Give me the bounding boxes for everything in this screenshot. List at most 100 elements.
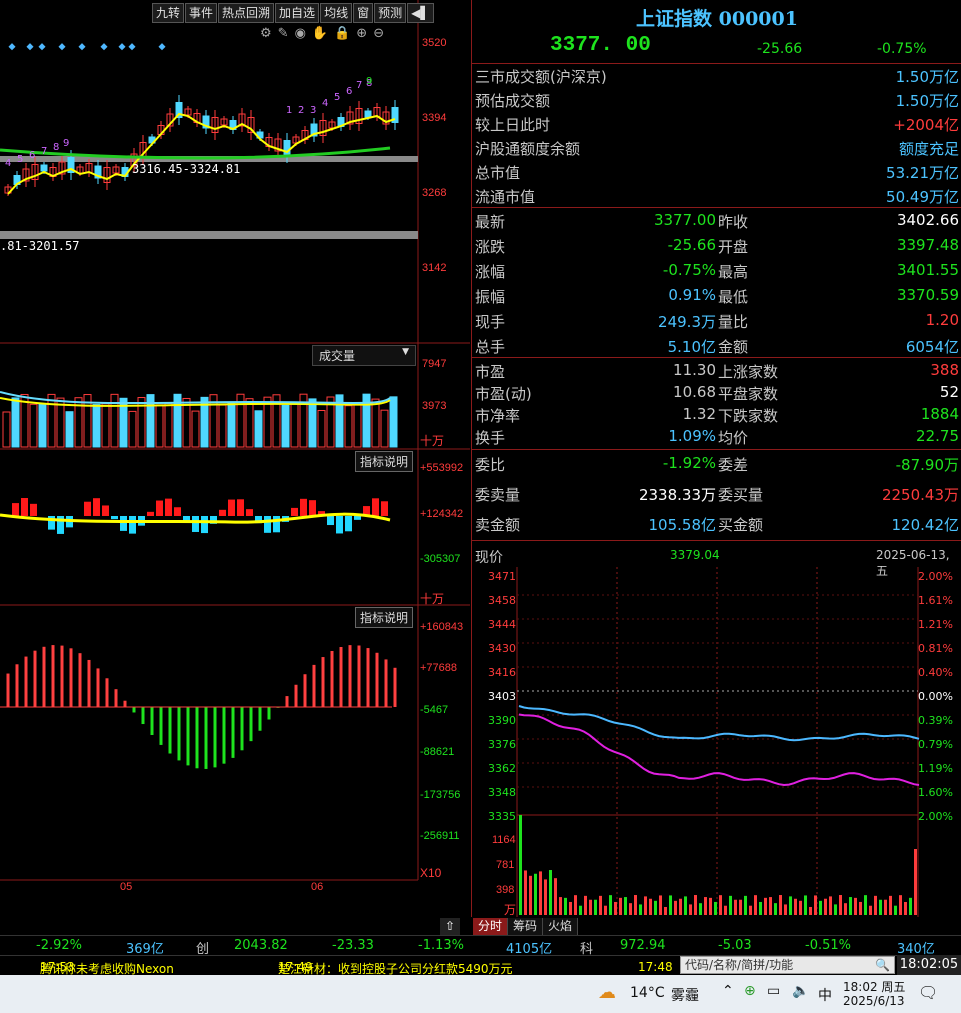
td-number: 2	[298, 105, 305, 116]
scroll-up-icon[interactable]: ⇧	[440, 918, 460, 935]
tab-intraday[interactable]: 分时	[473, 918, 509, 935]
indicator-bar	[291, 507, 298, 516]
weather-temp[interactable]: 14°C	[630, 985, 665, 1001]
summary-label: 预估成交额	[475, 92, 551, 110]
indicator-bar	[84, 501, 91, 516]
stock-search-input[interactable]: 代码/名称/简拼/功能 🔍	[680, 956, 895, 974]
taskbar-date[interactable]: 2025/6/13	[843, 994, 905, 1008]
weather-icon[interactable]: ☁	[598, 982, 616, 1003]
add-watchlist-button[interactable]: 加自选	[275, 3, 320, 23]
stat-label: 最高	[718, 263, 749, 281]
pen-icon[interactable]: ✎	[278, 26, 295, 41]
hand-icon[interactable]: ✋	[312, 26, 334, 41]
intraday-pct-axis-label: 2.00%	[918, 810, 953, 823]
td-number: 9	[63, 138, 70, 149]
stat-label: 委买量	[718, 486, 764, 504]
volume-bar	[704, 897, 707, 915]
volume-bar	[669, 895, 672, 915]
intraday-chart[interactable]	[472, 567, 961, 917]
stat-value: 0.91%	[668, 286, 716, 304]
intraday-price-axis-label: 3390	[488, 714, 516, 727]
weather-desc[interactable]: 雾霾	[671, 985, 699, 1005]
volume-bar	[245, 398, 254, 448]
volume-bar	[789, 896, 792, 915]
stats2-row: 换手 1.09% 均价 22.75	[472, 424, 961, 449]
notification-icon[interactable]: 🗨	[918, 983, 938, 1002]
volume-bar	[554, 878, 557, 915]
lock-icon[interactable]: 🔒	[334, 26, 356, 41]
volume-bar	[380, 409, 389, 448]
chinext-pct: -1.13%	[418, 938, 464, 953]
volume-bar	[290, 402, 299, 448]
tray-overflow-icon[interactable]: ⌃	[722, 983, 734, 999]
summary-label: 沪股通额度余额	[475, 140, 581, 158]
volume-bar	[674, 900, 677, 915]
volume-bar	[659, 895, 662, 915]
volume-bar	[819, 900, 822, 915]
volume-unit: 十万	[420, 434, 445, 448]
intraday-price-axis-label: 3416	[488, 666, 516, 679]
ime-indicator[interactable]: 中	[818, 985, 832, 1005]
candle-body	[40, 164, 48, 172]
settings-icon[interactable]: ⚙	[260, 26, 278, 41]
index-price-line	[518, 705, 920, 742]
summary-value: 53.21万亿	[886, 164, 959, 182]
volume-indicator-select[interactable]: 成交量 ▼	[312, 345, 416, 366]
indicator-bar	[264, 516, 271, 533]
network-icon[interactable]: ▭	[767, 983, 780, 999]
tab-flame[interactable]: 火焰	[543, 918, 579, 935]
window-button[interactable]: 窗	[353, 3, 374, 23]
stat-label: 总手	[475, 338, 506, 356]
kline-chart-area[interactable]: 九转 事件 热点回溯 加自选 均线 窗 预测 ◀▌ ⚙✎◉✋🔒⊕⊖ 3520 3…	[0, 0, 470, 917]
stat-value: 10.68	[673, 383, 716, 401]
collapse-panel-icon[interactable]: ◀▌	[407, 3, 434, 23]
volume-bar	[734, 899, 737, 915]
indicator-bar	[192, 516, 199, 532]
tray-app-icon[interactable]: ⊕	[744, 983, 756, 999]
stat-value: 11.30	[673, 361, 716, 379]
volume-bar	[614, 901, 617, 915]
volume-select-value: 成交量	[319, 349, 356, 363]
intraday-price-axis-label: 3444	[488, 618, 516, 631]
indicator-bar	[336, 516, 343, 534]
search-icon[interactable]: 🔍	[875, 957, 890, 973]
hot-review-button[interactable]: 热点回溯	[218, 3, 275, 23]
indicator1-help-button[interactable]: 指标说明	[355, 451, 414, 472]
intraday-pct-axis-label: 0.00%	[918, 690, 953, 703]
stat-value: -87.90万	[895, 456, 959, 474]
volume-bar	[804, 895, 807, 915]
volume-bar	[254, 410, 263, 448]
moving-average-button[interactable]: 均线	[320, 3, 353, 23]
stat-value: 3401.55	[896, 261, 959, 279]
jiuzhuan-button[interactable]: 九转	[152, 3, 185, 23]
stat-value: 22.75	[916, 427, 959, 445]
indicator2-help-button[interactable]: 指标说明	[355, 607, 414, 628]
range-annotation: 3316.45-3324.81	[132, 162, 241, 176]
events-button[interactable]: 事件	[185, 3, 218, 23]
stat-label: 涨幅	[475, 263, 506, 281]
eye-icon[interactable]: ◉	[295, 26, 312, 41]
volume-bar	[799, 900, 802, 915]
stat-value: 6054亿	[905, 338, 959, 356]
intraday-pct-axis-label: 1.19%	[918, 762, 953, 775]
zoom-out-icon[interactable]: ⊖	[373, 26, 390, 41]
indicator-bar	[273, 516, 280, 533]
volume-bar	[619, 897, 622, 915]
volume-bar	[191, 410, 200, 448]
zoom-in-icon[interactable]: ⊕	[356, 26, 373, 41]
volume-bar	[649, 898, 652, 915]
intraday-vol-axis-label: 1164	[492, 834, 516, 846]
taskbar-time[interactable]: 18:02 周五	[843, 978, 905, 995]
intraday-price-axis-label: 3376	[488, 738, 516, 751]
volume-bar	[769, 897, 772, 915]
volume-bar	[47, 393, 56, 448]
td-number: 7	[41, 146, 48, 157]
volume-icon[interactable]: 🔈	[792, 983, 809, 999]
volume-bar	[65, 411, 74, 448]
stat-label: 振幅	[475, 288, 506, 306]
index-title: 上证指数 000001	[636, 8, 798, 30]
forecast-button[interactable]: 预测	[374, 3, 407, 23]
tab-chips[interactable]: 筹码	[508, 918, 544, 935]
search-placeholder: 代码/名称/简拼/功能	[685, 958, 794, 972]
price-change-pct: -0.75%	[877, 41, 927, 57]
